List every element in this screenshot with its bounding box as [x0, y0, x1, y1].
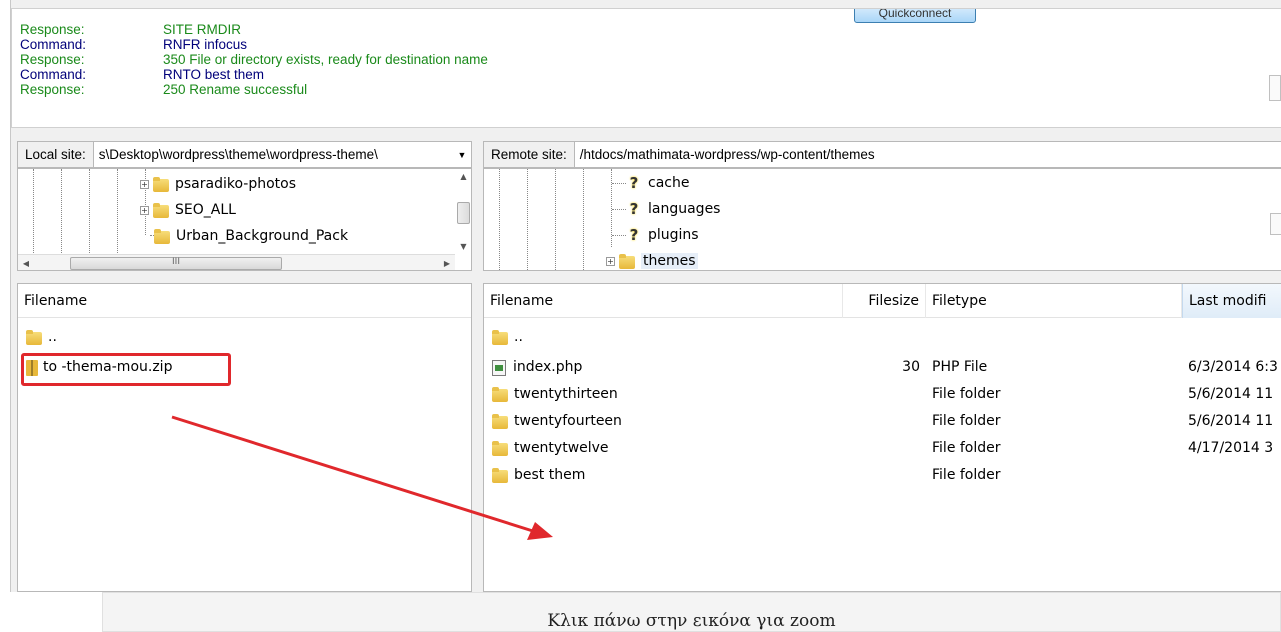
folder-icon — [492, 441, 508, 456]
local-site-bar: Local site: s\Desktop\wordpress\theme\wo… — [17, 141, 472, 168]
remote-path-input[interactable]: /htdocs/mathimata-wordpress/wp-content/t… — [574, 142, 1281, 167]
table-row[interactable]: twentythirteen File folder 5/6/2014 11 — [484, 381, 1281, 408]
tree-item-psaradiko-photos[interactable]: + psaradiko-photos — [140, 171, 296, 197]
scroll-left-icon[interactable]: ◀ — [18, 259, 34, 268]
expand-icon[interactable]: + — [140, 205, 149, 215]
column-filetype[interactable]: Filetype — [926, 284, 1182, 318]
folder-icon — [26, 330, 42, 345]
remote-site-label: Remote site: — [484, 142, 575, 167]
scroll-up-icon[interactable]: ▲ — [455, 169, 471, 185]
remote-tree-scrollbar[interactable] — [1270, 213, 1281, 235]
log-scrollbar[interactable] — [1269, 75, 1281, 101]
list-item[interactable]: .. — [18, 324, 471, 351]
table-row[interactable]: index.php 30 PHP File 6/3/2014 6:3 — [484, 354, 1281, 381]
log-entry: Response: 350 File or directory exists, … — [20, 52, 488, 67]
log-entry: Response: 250 Rename successful — [20, 82, 308, 97]
folder-icon — [619, 253, 635, 269]
expand-icon[interactable]: + — [606, 256, 615, 266]
scroll-down-icon[interactable]: ▼ — [455, 239, 471, 255]
unknown-folder-icon: ? — [629, 174, 639, 192]
tree-item-urban-background-pack[interactable]: Urban_Background_Pack — [154, 223, 348, 249]
remote-file-list[interactable]: Filename Filesize Filetype Last modifi .… — [483, 283, 1281, 592]
expand-icon[interactable]: + — [140, 179, 149, 189]
local-tree-vscrollbar[interactable]: ▲ ▼ — [455, 169, 471, 255]
folder-icon — [492, 330, 508, 345]
message-log[interactable]: Quickconnect Response: SITE RMDIR Comman… — [11, 8, 1281, 128]
table-row[interactable]: best them File folder — [484, 462, 1281, 489]
scroll-right-icon[interactable]: ▶ — [439, 259, 455, 268]
scroll-thumb[interactable]: III — [70, 257, 282, 270]
local-path-dropdown-icon[interactable]: ▼ — [453, 142, 471, 167]
zoom-caption[interactable]: Κλικ πάνω στην εικόνα για zoom — [102, 592, 1281, 632]
column-filesize[interactable]: Filesize — [843, 284, 926, 318]
table-row[interactable]: .. — [484, 324, 1281, 351]
log-entry: Response: SITE RMDIR — [20, 22, 242, 37]
local-directory-tree[interactable]: + psaradiko-photos + SEO_ALL Urban_Backg… — [17, 168, 472, 271]
local-tree-hscrollbar[interactable]: ◀ III ▶ — [18, 254, 455, 270]
local-site-label: Local site: — [18, 142, 94, 167]
folder-icon — [153, 202, 169, 218]
folder-icon — [154, 228, 170, 244]
tree-item-themes[interactable]: + themes — [606, 248, 698, 270]
ftp-client-window: Quickconnect Response: SITE RMDIR Comman… — [10, 0, 1281, 592]
php-file-icon — [492, 359, 506, 376]
tree-item-languages[interactable]: ? languages — [626, 196, 721, 222]
quickconnect-button[interactable]: Quickconnect — [854, 9, 976, 23]
tree-item-seo-all[interactable]: + SEO_ALL — [140, 197, 236, 223]
log-entry: Command: RNTO best them — [20, 67, 265, 82]
tree-item-cache[interactable]: ? cache — [626, 170, 690, 196]
log-entry: Command: RNFR infocus — [20, 37, 248, 52]
local-file-list-header: Filename — [18, 284, 471, 318]
remote-site-bar: Remote site: /htdocs/mathimata-wordpress… — [483, 141, 1281, 168]
tree-item-plugins[interactable]: ? plugins — [626, 222, 699, 248]
highlight-box — [21, 353, 231, 386]
unknown-folder-icon: ? — [629, 226, 639, 244]
remote-file-list-header: Filename Filesize Filetype Last modifi — [484, 284, 1281, 318]
local-path-input[interactable]: s\Desktop\wordpress\theme\wordpress-them… — [93, 142, 453, 167]
folder-icon — [492, 468, 508, 483]
table-row[interactable]: twentyfourteen File folder 5/6/2014 11 — [484, 408, 1281, 435]
folder-icon — [492, 414, 508, 429]
folder-icon — [153, 176, 169, 192]
table-row[interactable]: twentytwelve File folder 4/17/2014 3 — [484, 435, 1281, 462]
unknown-folder-icon: ? — [629, 200, 639, 218]
scroll-thumb[interactable] — [457, 202, 470, 224]
remote-directory-tree[interactable]: ? cache ? languages ? plugins + themes — [483, 168, 1281, 271]
column-filename[interactable]: Filename — [18, 284, 471, 318]
column-last-modified[interactable]: Last modifi — [1182, 284, 1281, 318]
folder-icon — [492, 387, 508, 402]
column-filename[interactable]: Filename — [484, 284, 843, 318]
local-file-list[interactable]: Filename .. to -thema-mou.zip — [17, 283, 472, 592]
